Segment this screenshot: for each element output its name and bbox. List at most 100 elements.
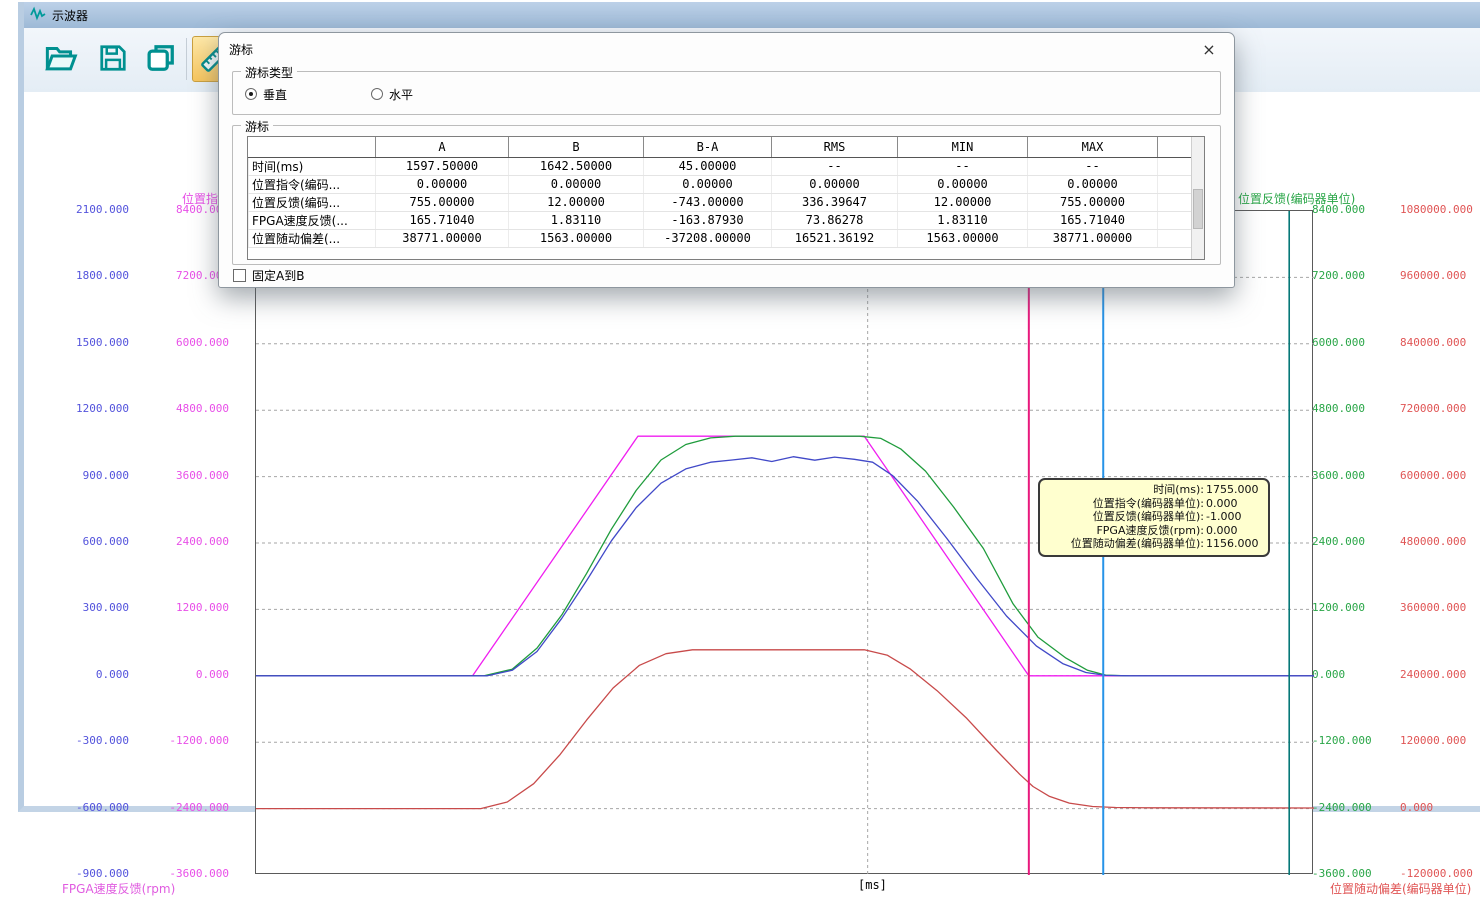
- value-cell: 1642.50000: [509, 157, 644, 175]
- value-cell: 0.00000: [644, 175, 772, 193]
- value-cell: --: [772, 157, 898, 175]
- close-icon[interactable]: ×: [1198, 39, 1220, 61]
- table-header-cell: B-A: [644, 137, 772, 157]
- table-row[interactable]: FPGA速度反馈(...165.710401.83110-163.8793073…: [249, 211, 1194, 229]
- axis-tick-label: 0.000: [157, 668, 229, 682]
- table-row[interactable]: 时间(ms)1597.500001642.5000045.00000------: [249, 157, 1194, 175]
- empty-cell: [1158, 211, 1194, 229]
- value-cell: 12.00000: [898, 193, 1028, 211]
- tooltip-label: 位置指令(编码器单位):: [1046, 497, 1204, 511]
- radio-horizontal-label: 水平: [389, 86, 413, 103]
- title-bar[interactable]: 示波器: [24, 2, 1480, 28]
- value-cell: 38771.00000: [376, 229, 509, 247]
- value-cell: --: [1028, 157, 1158, 175]
- table-header-cell: [1158, 137, 1194, 157]
- value-cell: 38771.00000: [1028, 229, 1158, 247]
- fix-a-to-b-checkbox[interactable]: 固定A到B: [233, 267, 304, 284]
- value-cell: 336.39647: [772, 193, 898, 211]
- table-row[interactable]: 位置随动偏差(...38771.000001563.00000-37208.00…: [249, 229, 1194, 247]
- radio-vertical[interactable]: 垂直: [245, 87, 287, 101]
- tooltip-label: 时间(ms):: [1046, 483, 1204, 497]
- value-tooltip: 时间(ms): 1755.000位置指令(编码器单位): 0.000位置反馈(编…: [1038, 478, 1270, 557]
- axis-label-speed-fb: FPGA速度反馈(rpm): [62, 880, 175, 897]
- axis-tick-label: -1200.000: [1312, 734, 1398, 748]
- axis-tick-label: 360000.000: [1400, 601, 1480, 615]
- table-header-cell: A: [376, 137, 509, 157]
- axis-tick-label: 480000.000: [1400, 535, 1480, 549]
- axis-tick-label: 2100.000: [57, 203, 129, 217]
- checkbox-icon: [233, 269, 246, 282]
- tooltip-line: 时间(ms): 1755.000: [1046, 483, 1262, 497]
- table-header-row: ABB-ARMSMINMAX: [249, 137, 1194, 157]
- axis-tick-label: 1200.000: [157, 601, 229, 615]
- open-button[interactable]: [38, 36, 84, 82]
- axis-tick-label: 600000.000: [1400, 469, 1480, 483]
- table-scrollbar-thumb[interactable]: [1193, 189, 1203, 229]
- axis-tick-label: 120000.000: [1400, 734, 1480, 748]
- toolbar-separator: [186, 38, 187, 80]
- empty-cell: [1158, 229, 1194, 247]
- radio-horizontal[interactable]: 水平: [371, 87, 413, 101]
- axis-tick-label: -600.000: [57, 801, 129, 815]
- table-header-cell: RMS: [772, 137, 898, 157]
- table-row[interactable]: 位置指令(编码...0.000000.000000.000000.000000.…: [249, 175, 1194, 193]
- value-cell: 165.71040: [376, 211, 509, 229]
- dialog-title: 游标: [229, 41, 253, 58]
- tooltip-line: 位置指令(编码器单位): 0.000: [1046, 497, 1262, 511]
- axis-label-pos-fb: 位置反馈(编码器单位): [1238, 190, 1355, 207]
- axis-tick-label: 3600.000: [157, 469, 229, 483]
- cursor-type-group: 游标类型 垂直 水平: [232, 71, 1221, 115]
- value-cell: 12.00000: [509, 193, 644, 211]
- value-cell: 0.00000: [1028, 175, 1158, 193]
- empty-cell: [1158, 193, 1194, 211]
- axis-tick-label: -3600.000: [157, 867, 229, 881]
- value-cell: -163.87930: [644, 211, 772, 229]
- tooltip-label: FPGA速度反馈(rpm):: [1046, 524, 1204, 538]
- row-label-cell: FPGA速度反馈(...: [249, 211, 376, 229]
- value-cell: 0.00000: [772, 175, 898, 193]
- tooltip-value: 1156.000: [1204, 537, 1262, 551]
- axis-tick-label: 2400.000: [157, 535, 229, 549]
- axis-tick-label: 0.000: [1312, 668, 1398, 682]
- tooltip-line: 位置随动偏差(编码器单位): 1156.000: [1046, 537, 1262, 551]
- screen: 示波器: [0, 0, 1480, 846]
- value-cell: 16521.36192: [772, 229, 898, 247]
- axis-tick-label: 4800.000: [157, 402, 229, 416]
- window-title: 示波器: [52, 7, 88, 24]
- cursor-table: ABB-ARMSMINMAX时间(ms)1597.500001642.50000…: [247, 136, 1205, 260]
- radio-selected-icon: [245, 88, 257, 100]
- axis-tick-label: -120000.000: [1400, 867, 1480, 881]
- tooltip-line: 位置反馈(编码器单位): -1.000: [1046, 510, 1262, 524]
- axis-tick-label: 1500.000: [57, 336, 129, 350]
- axis-tick-label: -2400.000: [1312, 801, 1398, 815]
- axis-tick-label: -3600.000: [1312, 867, 1398, 881]
- row-label-cell: 位置随动偏差(...: [249, 229, 376, 247]
- table-row[interactable]: 位置反馈(编码...755.0000012.00000-743.00000336…: [249, 193, 1194, 211]
- value-cell: 755.00000: [1028, 193, 1158, 211]
- radio-unselected-icon: [371, 88, 383, 100]
- tooltip-value: 0.000: [1204, 497, 1262, 511]
- radio-vertical-label: 垂直: [263, 86, 287, 103]
- window-button[interactable]: [138, 36, 184, 82]
- save-button[interactable]: [90, 36, 136, 82]
- axis-tick-label: 300.000: [57, 601, 129, 615]
- axis-tick-label: 240000.000: [1400, 668, 1480, 682]
- tooltip-label: 位置反馈(编码器单位):: [1046, 510, 1204, 524]
- axis-tick-label: 2400.000: [1312, 535, 1398, 549]
- cursor-values-group: 游标 ABB-ARMSMINMAX时间(ms)1597.500001642.50…: [232, 125, 1221, 265]
- waveform-icon: [30, 6, 46, 25]
- value-cell: --: [898, 157, 1028, 175]
- axis-tick-label: 0.000: [1400, 801, 1480, 815]
- axis-tick-label: 600.000: [57, 535, 129, 549]
- axis-tick-label: 6000.000: [1312, 336, 1398, 350]
- value-cell: 1563.00000: [898, 229, 1028, 247]
- axis-tick-label: -300.000: [57, 734, 129, 748]
- empty-cell: [1158, 157, 1194, 175]
- axis-tick-label: 6000.000: [157, 336, 229, 350]
- value-cell: -37208.00000: [644, 229, 772, 247]
- tooltip-value: 1755.000: [1204, 483, 1262, 497]
- value-cell: 0.00000: [509, 175, 644, 193]
- axis-tick-label: 1080000.000: [1400, 203, 1480, 217]
- axis-tick-label: -1200.000: [157, 734, 229, 748]
- table-scrollbar[interactable]: [1191, 137, 1204, 259]
